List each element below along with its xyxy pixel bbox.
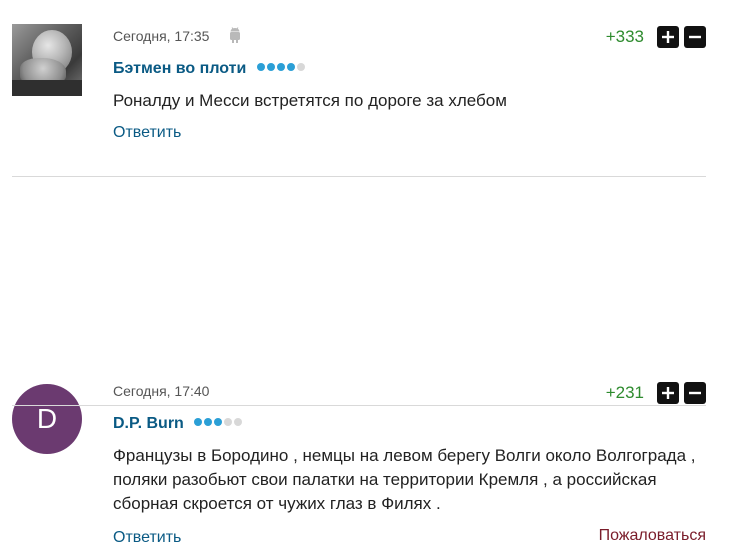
vote-controls: +231 xyxy=(606,382,706,404)
vote-score: +231 xyxy=(605,383,644,402)
reply-button[interactable]: Ответить xyxy=(113,529,181,547)
author-link[interactable]: Бэтмен во плоти xyxy=(113,60,246,77)
minus-icon xyxy=(689,391,701,395)
comment-timestamp: Сегодня, 17:40 xyxy=(113,383,210,399)
comment-meta: Сегодня, 17:35 xyxy=(113,27,241,46)
android-icon xyxy=(229,27,241,46)
comment-divider xyxy=(12,405,706,406)
reply-button[interactable]: Ответить xyxy=(113,124,181,142)
vote-score: +333 xyxy=(605,27,644,46)
upvote-button[interactable] xyxy=(657,382,679,404)
comment-item: Сегодня, 17:35 Бэтмен во плоти Роналду и… xyxy=(0,0,730,176)
comment-timestamp: Сегодня, 17:35 xyxy=(113,28,210,44)
minus-icon xyxy=(689,35,701,39)
user-rating-dots xyxy=(194,413,244,431)
plus-icon xyxy=(662,31,674,43)
avatar[interactable]: D xyxy=(12,384,82,454)
comment-text: Роналду и Месси встретятся по дороге за … xyxy=(113,91,507,110)
downvote-button[interactable] xyxy=(684,382,706,404)
downvote-button[interactable] xyxy=(684,26,706,48)
user-rating-dots xyxy=(256,58,307,76)
vote-controls: +333 xyxy=(606,26,706,48)
comment-item: D Сегодня, 17:40 D.P. Burn Французы в Бо… xyxy=(0,177,730,546)
upvote-button[interactable] xyxy=(657,26,679,48)
author-name[interactable]: Бэтмен во плоти xyxy=(113,58,307,78)
avatar[interactable] xyxy=(12,24,82,96)
author-link[interactable]: D.P. Burn xyxy=(113,415,184,432)
comment-text: Французы в Бородино , немцы на левом бер… xyxy=(113,446,696,513)
author-name[interactable]: D.P. Burn xyxy=(113,413,244,433)
comment-meta: Сегодня, 17:40 xyxy=(113,383,209,399)
report-button[interactable]: Пожаловаться xyxy=(599,527,706,545)
plus-icon xyxy=(662,387,674,399)
